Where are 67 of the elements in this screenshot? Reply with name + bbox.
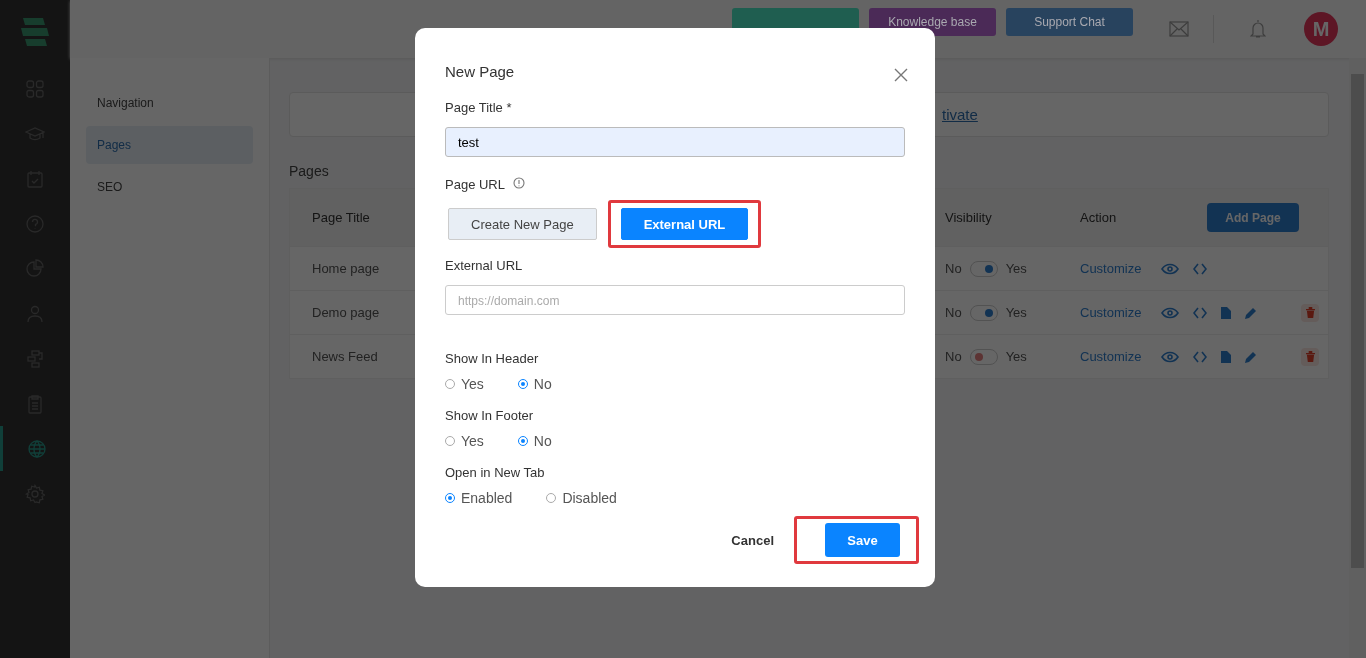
header-button[interactable]: Support Chat — [1006, 8, 1133, 36]
avatar[interactable]: M — [1304, 12, 1338, 46]
customize-link[interactable]: Customize — [1080, 305, 1142, 320]
radio-option[interactable]: Disabled — [546, 490, 617, 506]
cancel-button[interactable]: Cancel — [725, 531, 780, 549]
field-label: Show In Header — [445, 351, 540, 366]
radio-option[interactable]: Yes — [445, 433, 484, 449]
eye-icon[interactable] — [1161, 306, 1180, 319]
delete-button[interactable] — [1301, 303, 1320, 322]
mail-icon[interactable] — [1169, 21, 1189, 37]
toggle-label: Yes — [1005, 349, 1027, 364]
logo-icon — [19, 16, 51, 48]
radio-label: Yes — [461, 433, 484, 449]
radio-label: No — [533, 433, 552, 449]
radio-label: Disabled — [562, 490, 617, 506]
add-page-button[interactable]: Add Page — [1207, 203, 1299, 232]
globe-icon — [26, 438, 47, 459]
bell-icon[interactable] — [1250, 19, 1266, 39]
delete-button[interactable] — [1301, 347, 1320, 366]
trash-icon — [1305, 351, 1315, 362]
external-url-field[interactable]: https://domain.com — [445, 285, 905, 315]
eye-icon[interactable] — [1161, 262, 1180, 275]
radio-label: Yes — [461, 376, 484, 392]
toggle-label: No — [945, 305, 962, 320]
column-header: Action — [1080, 210, 1118, 225]
info-icon — [513, 177, 525, 189]
field-label: Page Title * — [445, 100, 513, 115]
field-label: Page URL — [445, 177, 505, 192]
toggle-label: Yes — [1005, 261, 1027, 276]
file-icon[interactable] — [1221, 350, 1232, 363]
toggle-label: No — [945, 261, 962, 276]
url-type-button[interactable]: External URL — [620, 208, 749, 240]
code-icon[interactable] — [1193, 262, 1208, 275]
table-cell: Home page — [312, 261, 380, 276]
nav-item[interactable]: SEO — [86, 168, 253, 206]
trash-icon — [1305, 307, 1315, 318]
eye-icon[interactable] — [1161, 350, 1180, 363]
file-icon[interactable] — [1221, 306, 1232, 319]
radio-label: Enabled — [461, 490, 513, 506]
radio-option[interactable]: No — [517, 433, 552, 449]
field-label: External URL — [445, 258, 524, 273]
customize-link[interactable]: Customize — [1080, 261, 1142, 276]
pencil-icon[interactable] — [1245, 350, 1258, 363]
section-heading: Pages — [289, 163, 330, 179]
table-cell: Demo page — [312, 305, 380, 320]
column-header: Visibility — [945, 210, 993, 225]
table-cell: News Feed — [312, 349, 378, 364]
field-label: Show In Footer — [445, 408, 535, 423]
radio-option[interactable]: No — [517, 376, 552, 392]
url-type-button[interactable]: Create New Page — [448, 208, 597, 240]
field-label: Open in New Tab — [445, 465, 546, 480]
nav-item[interactable]: Navigation — [86, 84, 253, 122]
close-icon[interactable] — [894, 68, 908, 82]
column-header: Page Title — [312, 210, 370, 225]
toggle-label: No — [945, 349, 962, 364]
save-button[interactable]: Save — [825, 523, 900, 557]
code-icon[interactable] — [1193, 350, 1208, 363]
page-title-field[interactable]: test — [445, 127, 905, 157]
radio-option[interactable]: Enabled — [445, 490, 513, 506]
activate-link[interactable]: tivate — [942, 106, 978, 123]
pencil-icon[interactable] — [1245, 306, 1258, 319]
radio-label: No — [533, 376, 552, 392]
customize-link[interactable]: Customize — [1080, 349, 1142, 364]
radio-option[interactable]: Yes — [445, 376, 484, 392]
code-icon[interactable] — [1193, 306, 1208, 319]
toggle-label: Yes — [1005, 305, 1027, 320]
dialog-title: New Page — [445, 62, 515, 80]
